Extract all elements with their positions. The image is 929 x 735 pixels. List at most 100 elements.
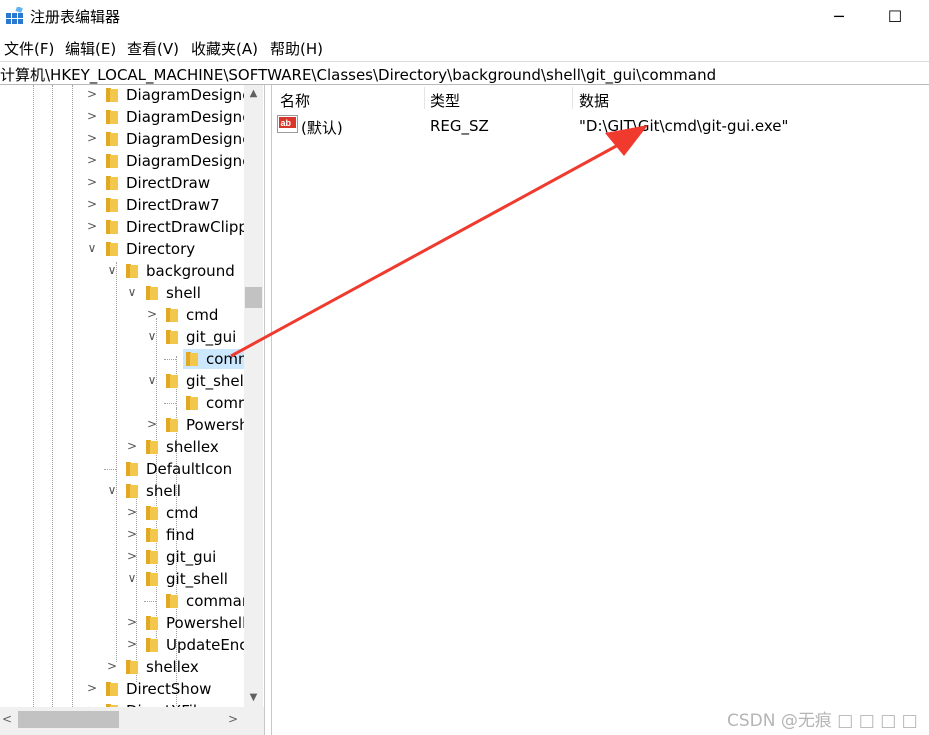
chevron-down-icon[interactable]: ∨: [144, 328, 160, 344]
chevron-right-icon[interactable]: >: [84, 174, 100, 190]
tree-node-label[interactable]: Directory: [126, 240, 195, 258]
address-bar[interactable]: 计算机\HKEY_LOCAL_MACHINE\SOFTWARE\Classes\…: [0, 61, 929, 85]
tree-node[interactable]: > shellex: [0, 656, 244, 678]
chevron-right-icon[interactable]: >: [124, 614, 140, 630]
tree-node[interactable]: > UpdateEnc: [0, 634, 244, 656]
tree-node-label[interactable]: git_gui: [166, 548, 216, 566]
tree-vertical-scrollbar[interactable]: ▲ ▼: [244, 85, 263, 707]
column-header-type[interactable]: 类型: [430, 90, 460, 111]
tree-node[interactable]: ∨ shell: [0, 480, 244, 502]
chevron-down-icon[interactable]: ∨: [124, 570, 140, 586]
values-list-pane[interactable]: 名称 类型 数据 ab (默认) REG_SZ "D:\GIT\Git\cmd\…: [271, 85, 929, 735]
chevron-right-icon[interactable]: >: [124, 438, 140, 454]
chevron-down-icon[interactable]: ∨: [84, 240, 100, 256]
tree-node[interactable]: > find: [0, 524, 244, 546]
chevron-right-icon[interactable]: >: [124, 548, 140, 564]
tree-node[interactable]: > Powershell: [0, 612, 244, 634]
chevron-right-icon[interactable]: >: [144, 416, 160, 432]
tree-node[interactable]: > DiagramDesigne: [0, 106, 244, 128]
chevron-right-icon[interactable]: >: [84, 108, 100, 124]
chevron-right-icon[interactable]: >: [84, 196, 100, 212]
vertical-scroll-thumb[interactable]: [245, 287, 262, 308]
tree-node[interactable]: > shellex: [0, 436, 244, 458]
menu-edit[interactable]: 编辑(E): [65, 38, 116, 59]
tree-node[interactable]: > DirectDraw: [0, 172, 244, 194]
scroll-up-icon[interactable]: ▲: [244, 85, 263, 103]
chevron-right-icon[interactable]: >: [124, 504, 140, 520]
tree-node[interactable]: comr: [0, 392, 244, 414]
tree-node-label[interactable]: Powershell: [166, 614, 244, 632]
tree-node-label[interactable]: DirectDrawClipp: [126, 218, 244, 236]
tree-node[interactable]: ∨ Directory: [0, 238, 244, 260]
chevron-right-icon[interactable]: >: [84, 680, 100, 696]
tree-node[interactable]: ∨ git_gui: [0, 326, 244, 348]
tree-node[interactable]: >DirectXFil: [0, 700, 244, 707]
tree-node[interactable]: > git_gui: [0, 546, 244, 568]
scroll-down-icon[interactable]: ▼: [244, 689, 263, 707]
tree-node-label[interactable]: shell: [146, 482, 181, 500]
chevron-right-icon[interactable]: >: [124, 636, 140, 652]
chevron-down-icon[interactable]: ∨: [124, 284, 140, 300]
key-tree-pane[interactable]: > DiagramDesigne > DiagramDesigne > DiagramDe…: [0, 85, 265, 735]
tree-node-label[interactable]: cmd: [166, 504, 198, 522]
value-row[interactable]: ab (默认) REG_SZ "D:\GIT\Git\cmd\git-gui.e…: [272, 113, 929, 137]
tree-node-label[interactable]: DiagramDesigne: [126, 108, 244, 126]
address-path[interactable]: 计算机\HKEY_LOCAL_MACHINE\SOFTWARE\Classes\…: [0, 64, 716, 85]
tree-node-label[interactable]: git_shell: [166, 570, 228, 588]
tree-node-label[interactable]: commar: [186, 592, 244, 610]
tree-node[interactable]: DefaultIcon: [0, 458, 244, 480]
tree-node-label[interactable]: DirectDraw: [126, 174, 210, 192]
chevron-right-icon[interactable]: >: [84, 218, 100, 234]
column-header-data[interactable]: 数据: [579, 90, 609, 111]
tree-node-label[interactable]: shellex: [166, 438, 219, 456]
tree-node-label[interactable]: UpdateEnc: [166, 636, 244, 654]
tree-node-label[interactable]: find: [166, 526, 194, 544]
tree-node[interactable]: ∨ background: [0, 260, 244, 282]
minimize-button[interactable]: ─: [816, 0, 862, 32]
tree-node[interactable]: > DiagramDesigne: [0, 85, 244, 106]
tree-node-label[interactable]: DirectDraw7: [126, 196, 220, 214]
tree-node[interactable]: ∨ shell: [0, 282, 244, 304]
chevron-right-icon[interactable]: >: [104, 658, 120, 674]
tree-horizontal-scrollbar[interactable]: < >: [0, 707, 244, 735]
tree-node[interactable]: ∨ git_shel: [0, 370, 244, 392]
tree-node[interactable]: > Powersh: [0, 414, 244, 436]
tree-node[interactable]: > DirectDraw7: [0, 194, 244, 216]
tree-node-label[interactable]: shellex: [146, 658, 199, 676]
chevron-down-icon[interactable]: ∨: [104, 482, 120, 498]
tree-node[interactable]: comm: [0, 348, 244, 370]
menu-help[interactable]: 帮助(H): [270, 38, 323, 59]
tree-node-label[interactable]: DiagramDesigne: [126, 86, 244, 104]
tree-node[interactable]: > DirectShow: [0, 678, 244, 700]
horizontal-scroll-thumb[interactable]: [18, 711, 119, 728]
tree-node-label[interactable]: cmd: [186, 306, 218, 324]
tree-node[interactable]: > DiagramDesigne: [0, 150, 244, 172]
tree-node-label[interactable]: DirectShow: [126, 680, 211, 698]
chevron-right-icon[interactable]: >: [84, 86, 100, 102]
tree-node-label[interactable]: shell: [166, 284, 201, 302]
chevron-right-icon[interactable]: >: [144, 306, 160, 322]
tree-node-label[interactable]: git_gui: [186, 328, 236, 346]
column-header-name[interactable]: 名称: [280, 90, 310, 111]
tree-node-label[interactable]: background: [146, 262, 235, 280]
menu-favorites[interactable]: 收藏夹(A): [191, 38, 258, 59]
chevron-right-icon[interactable]: >: [84, 152, 100, 168]
chevron-down-icon[interactable]: ∨: [144, 372, 160, 388]
column-divider[interactable]: [572, 87, 573, 109]
tree-node-label[interactable]: git_shel: [186, 372, 244, 390]
scroll-right-icon[interactable]: >: [228, 712, 238, 726]
tree-node-label[interactable]: DefaultIcon: [146, 460, 232, 478]
tree-node-label[interactable]: Powersh: [186, 416, 244, 434]
chevron-right-icon[interactable]: >: [124, 526, 140, 542]
tree-node[interactable]: > cmd: [0, 502, 244, 524]
tree-node-label[interactable]: comr: [206, 394, 244, 412]
tree-node[interactable]: > DirectDrawClipp: [0, 216, 244, 238]
chevron-down-icon[interactable]: ∨: [104, 262, 120, 278]
tree-view[interactable]: > DiagramDesigne > DiagramDesigne > DiagramDe…: [0, 85, 244, 707]
tree-node[interactable]: > DiagramDesigne: [0, 128, 244, 150]
column-divider[interactable]: [424, 87, 425, 109]
tree-node-label[interactable]: comm: [206, 350, 244, 368]
scroll-left-icon[interactable]: <: [2, 712, 12, 726]
tree-node[interactable]: commar: [0, 590, 244, 612]
maximize-button[interactable]: ☐: [872, 0, 918, 32]
